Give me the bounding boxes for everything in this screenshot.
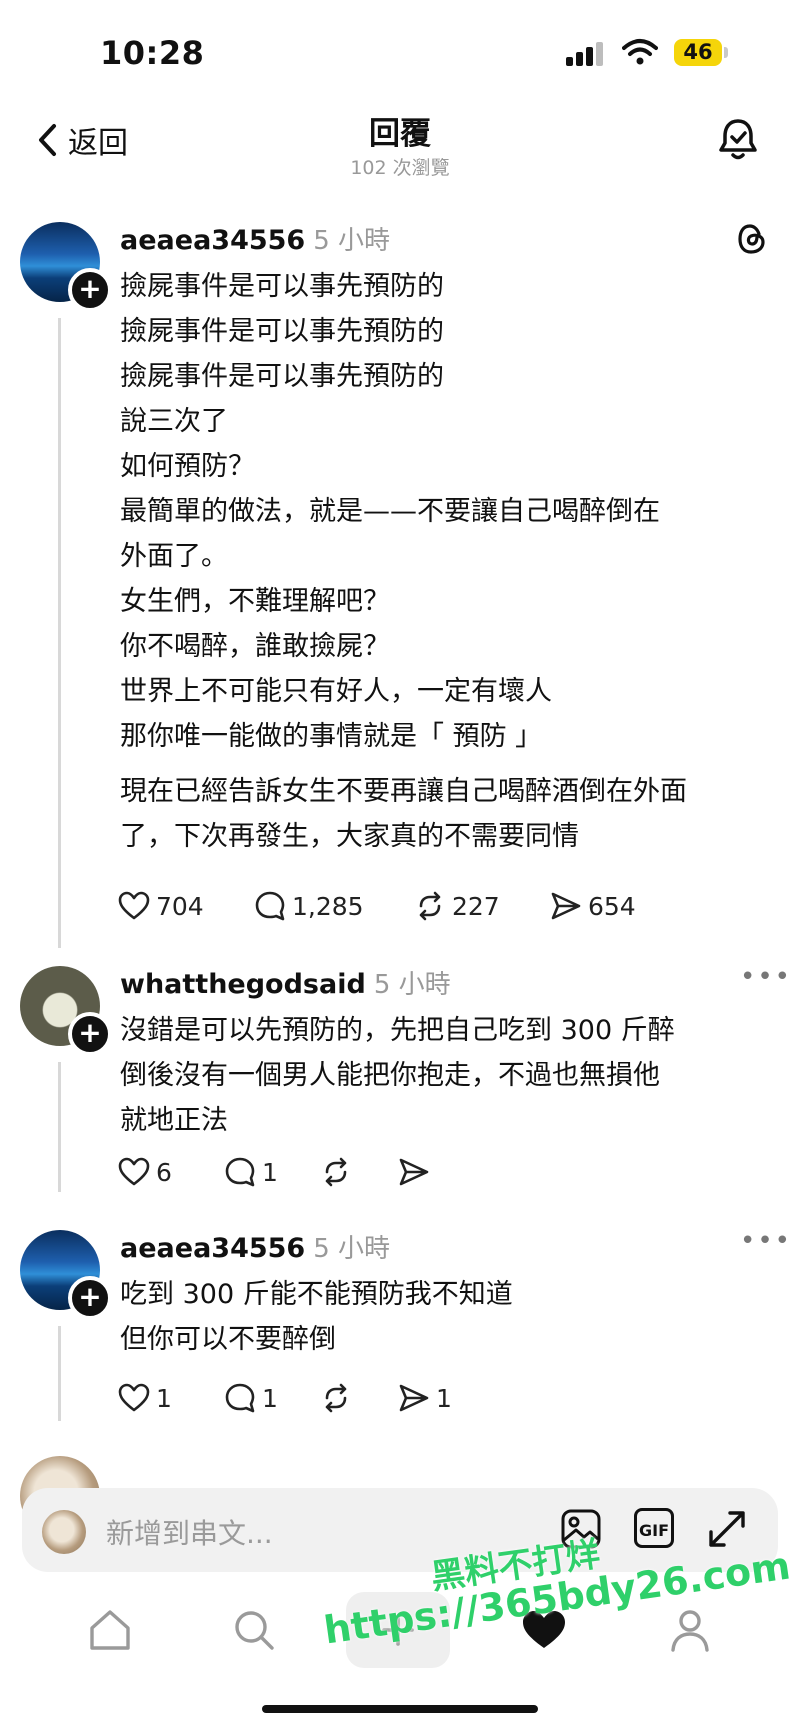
repost-icon [325, 1383, 347, 1413]
username[interactable]: aeaea34556 [120, 1233, 305, 1264]
signal-icon [566, 40, 606, 66]
comment-icon [225, 1157, 255, 1187]
home-icon[interactable] [86, 1606, 134, 1654]
comment-count: 1 [262, 1157, 278, 1187]
follow-plus-icon[interactable]: + [68, 268, 112, 312]
post-body: 撿屍事件是可以事先預防的 撿屍事件是可以事先預防的 撿屍事件是可以事先預防的 說… [120, 264, 790, 859]
post-body: 吃到 300 斤能不能預防我不知道 但你可以不要醉倒 [120, 1272, 790, 1362]
comment-count: 1 [262, 1383, 278, 1413]
threads-logo-icon [738, 224, 765, 254]
post-header: aeaea34556 5 小時 [120, 1228, 390, 1265]
share-button[interactable]: 1 [398, 1383, 452, 1413]
comment-count: 1,285 [292, 891, 364, 921]
post-actions: 704 1,285 227 654 [118, 890, 636, 922]
repost-count: 227 [452, 891, 500, 921]
timestamp: 5 小時 [373, 970, 451, 1000]
follow-plus-icon[interactable]: + [68, 1012, 112, 1056]
more-dots-icon[interactable]: ••• [740, 1226, 792, 1256]
comment-icon [255, 891, 285, 921]
gif-button[interactable]: GIF [634, 1508, 674, 1548]
share-count: 1 [436, 1383, 452, 1413]
avatar [42, 1510, 86, 1554]
thread-line [58, 1062, 61, 1192]
send-icon [399, 1158, 429, 1186]
username[interactable]: aeaea34556 [120, 225, 305, 256]
post-text: 吃到 300 斤能不能預防我不知道 但你可以不要醉倒 [120, 1279, 513, 1355]
heart-icon [118, 1157, 150, 1186]
like-button[interactable]: 6 [118, 1157, 224, 1187]
send-icon [551, 892, 581, 920]
home-indicator [262, 1705, 538, 1713]
expand-icon[interactable] [706, 1508, 748, 1550]
post-actions: 1 1 1 [118, 1382, 452, 1414]
like-count: 1 [156, 1383, 172, 1413]
like-count: 6 [156, 1157, 172, 1187]
like-button[interactable]: 704 [118, 891, 254, 921]
search-icon[interactable] [230, 1606, 278, 1654]
comment-button[interactable]: 1 [224, 1382, 320, 1414]
send-icon [399, 1384, 429, 1412]
status-time: 10:28 [100, 34, 205, 72]
username[interactable]: whatthegodsaid [120, 969, 366, 1000]
reply-input[interactable]: 新增到串文... [106, 1512, 273, 1552]
thread-line [58, 318, 61, 948]
repost-button[interactable] [320, 1382, 398, 1414]
wifi-icon [622, 39, 658, 65]
post-text: 沒錯是可以先預防的，先把自己吃到 300 斤醉 倒後沒有一個男人能把你抱走，不過… [120, 1015, 675, 1136]
like-count: 704 [156, 891, 204, 921]
heart-icon [118, 1383, 150, 1412]
bell-icon[interactable] [716, 116, 760, 162]
repost-icon [325, 1157, 347, 1187]
share-button[interactable]: 654 [550, 891, 636, 921]
post-header: whatthegodsaid 5 小時 [120, 964, 451, 1001]
post-text-paragraph: 現在已經告訴女生不要再讓自己喝醉酒倒在外面 了，下次再發生，大家真的不需要同情 [120, 776, 687, 852]
person-icon[interactable] [666, 1606, 714, 1654]
share-button[interactable] [398, 1157, 430, 1187]
timestamp: 5 小時 [313, 226, 391, 256]
page-title: 回覆 [369, 116, 431, 152]
view-count: 102 次瀏覽 [350, 157, 450, 179]
post-actions: 6 1 [118, 1156, 430, 1188]
post-text: 撿屍事件是可以事先預防的 撿屍事件是可以事先預防的 撿屍事件是可以事先預防的 說… [120, 271, 660, 752]
heart-icon [118, 891, 150, 920]
like-button[interactable]: 1 [118, 1383, 224, 1413]
comment-button[interactable]: 1,285 [254, 890, 414, 922]
timestamp: 5 小時 [313, 1234, 391, 1264]
repost-button[interactable]: 227 [414, 890, 550, 922]
comment-button[interactable]: 1 [224, 1156, 320, 1188]
comment-icon [225, 1383, 255, 1413]
post-header: aeaea34556 5 小時 [120, 220, 390, 257]
battery-level: 46 [674, 39, 722, 66]
battery-tip [724, 47, 728, 58]
thread-line [58, 1326, 61, 1421]
post-body: 沒錯是可以先預防的，先把自己吃到 300 斤醉 倒後沒有一個男人能把你抱走，不過… [120, 1008, 790, 1143]
repost-button[interactable] [320, 1156, 398, 1188]
follow-plus-icon[interactable]: + [68, 1276, 112, 1320]
share-count: 654 [588, 891, 636, 921]
more-dots-icon[interactable]: ••• [740, 962, 792, 992]
repost-icon [419, 891, 441, 921]
